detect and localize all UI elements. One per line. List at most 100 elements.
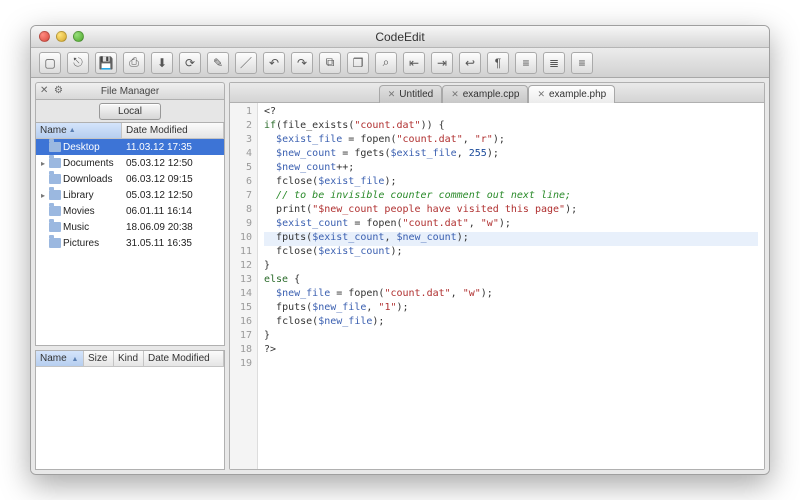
titlebar: CodeEdit (31, 26, 769, 48)
indent-button[interactable]: ⇥ (431, 52, 453, 74)
file-date: 11.03.12 17:35 (122, 142, 224, 153)
detail-column-kind[interactable]: Kind (114, 351, 144, 366)
code-line: $new_count++; (264, 162, 758, 176)
window-title: CodeEdit (31, 30, 769, 44)
folder-icon (49, 238, 61, 248)
align-left-button[interactable]: ≡ (515, 52, 537, 74)
sort-indicator-icon: ▲ (71, 356, 78, 363)
file-row[interactable]: Music 18.06.09 20:38 (36, 219, 224, 235)
line-number: 16 (230, 316, 257, 330)
code-line: $exist_file = fopen("count.dat", "r"); (264, 134, 758, 148)
code-area[interactable]: 12345678910111213141516171819 <?if(file_… (230, 103, 764, 469)
file-row[interactable]: ▸ Library 05.03.12 12:50 (36, 187, 224, 203)
file-row[interactable]: Desktop11.03.12 17:35 (36, 139, 224, 155)
line-number: 11 (230, 246, 257, 260)
panel-settings-icon[interactable]: ⚙ (54, 85, 63, 96)
line-number: 19 (230, 358, 257, 372)
tab-close-icon[interactable]: ✕ (451, 89, 459, 100)
folder-icon (49, 142, 61, 152)
code-line: else { (264, 274, 758, 288)
file-date: 06.01.11 16:14 (122, 206, 224, 217)
copy-button[interactable]: ⧉ (319, 52, 341, 74)
folder-icon (49, 206, 61, 216)
file-name: Music (63, 222, 89, 233)
save-as-button[interactable]: ⬇ (151, 52, 173, 74)
file-list: Name ▲ Date Modified Desktop11.03.12 17:… (35, 122, 225, 346)
outdent-button[interactable]: ⇤ (403, 52, 425, 74)
code-line: print("$new_count people have visited th… (264, 204, 758, 218)
column-name[interactable]: Name ▲ (36, 123, 122, 138)
file-date: 31.05.11 16:35 (122, 238, 224, 249)
align-right-button[interactable]: ≡ (571, 52, 593, 74)
code-line: <? (264, 106, 758, 120)
code-line: $exist_count = fopen("count.dat", "w"); (264, 218, 758, 232)
file-manager-sidebar: ✕ ⚙ File Manager Local Name ▲ Date Modif… (35, 82, 225, 470)
line-number: 18 (230, 344, 257, 358)
detail-column-size[interactable]: Size (84, 351, 114, 366)
editor-tab[interactable]: ✕Untitled (379, 85, 442, 103)
code-line: $new_count = fgets($exist_file, 255); (264, 148, 758, 162)
detail-column-date[interactable]: Date Modified (144, 351, 224, 366)
code-line: fputs($new_file, "1"); (264, 302, 758, 316)
file-name: Library (63, 190, 94, 201)
tab-label: Untitled (399, 89, 433, 100)
column-date-modified[interactable]: Date Modified (122, 123, 224, 138)
duplicate-button[interactable]: ❐ (347, 52, 369, 74)
line-number: 8 (230, 204, 257, 218)
file-name: Pictures (63, 238, 99, 249)
sort-indicator-icon: ▲ (69, 127, 76, 134)
align-center-button[interactable]: ≣ (543, 52, 565, 74)
file-row[interactable]: ▸Documents05.03.12 12:50 (36, 155, 224, 171)
line-number: 13 (230, 274, 257, 288)
save-file-button[interactable]: 💾 (95, 52, 117, 74)
folder-icon (49, 222, 61, 232)
line-number: 2 (230, 120, 257, 134)
wrap-button[interactable]: ↩ (459, 52, 481, 74)
line-number: 9 (230, 218, 257, 232)
line-number: 1 (230, 106, 257, 120)
edit-button[interactable]: ✎ (207, 52, 229, 74)
file-detail-pane: Name ▲ Size Kind Date Modified (35, 350, 225, 470)
line-number-gutter: 12345678910111213141516171819 (230, 103, 258, 469)
pilcrow-button[interactable]: ¶ (487, 52, 509, 74)
reload-button[interactable]: ⟳ (179, 52, 201, 74)
line-number: 3 (230, 134, 257, 148)
highlight-button[interactable]: ／ (235, 52, 257, 74)
file-name: Documents (63, 158, 114, 169)
editor-tab[interactable]: ✕example.php (528, 85, 615, 103)
file-detail-header: Name ▲ Size Kind Date Modified (36, 351, 224, 367)
tab-close-icon[interactable]: ✕ (388, 89, 396, 100)
tab-label: example.cpp (463, 89, 520, 100)
file-date: 18.06.09 20:38 (122, 222, 224, 233)
new-file-button[interactable]: ▢ (39, 52, 61, 74)
find-button[interactable]: ⌕ (375, 52, 397, 74)
file-date: 06.03.12 09:15 (122, 174, 224, 185)
file-row[interactable]: Downloads06.03.12 09:15 (36, 171, 224, 187)
open-file-button[interactable]: ⎋ (67, 52, 89, 74)
file-date: 05.03.12 12:50 (122, 190, 224, 201)
folder-icon (49, 158, 61, 168)
save-all-button[interactable]: ⎙ (123, 52, 145, 74)
editor-tabs-bar: ✕Untitled✕example.cpp✕example.php (230, 83, 764, 103)
file-manager-header: ✕ ⚙ File Manager (35, 82, 225, 100)
redo-button[interactable]: ↷ (291, 52, 313, 74)
file-row[interactable]: Movies06.01.11 16:14 (36, 203, 224, 219)
file-row[interactable]: Pictures 31.05.11 16:35 (36, 235, 224, 251)
code-line: } (264, 330, 758, 344)
code-line (264, 358, 758, 372)
disclosure-triangle-icon[interactable]: ▸ (39, 191, 47, 200)
undo-button[interactable]: ↶ (263, 52, 285, 74)
panel-close-icon[interactable]: ✕ (40, 85, 48, 96)
detail-column-name[interactable]: Name ▲ (36, 351, 84, 366)
line-number: 10 (230, 232, 257, 246)
editor-tab[interactable]: ✕ example.cpp (442, 85, 528, 103)
content-area: ✕ ⚙ File Manager Local Name ▲ Date Modif… (31, 78, 769, 474)
tab-close-icon[interactable]: ✕ (537, 89, 545, 100)
code-line: fputs($exist_count, $new_count); (264, 232, 758, 246)
code-line: fclose($exist_file); (264, 176, 758, 190)
line-number: 17 (230, 330, 257, 344)
disclosure-triangle-icon[interactable]: ▸ (39, 159, 47, 168)
code-text[interactable]: <?if(file_exists("count.dat")) { $exist_… (258, 103, 764, 469)
code-line: $new_file = fopen("count.dat", "w"); (264, 288, 758, 302)
location-local-button[interactable]: Local (99, 103, 161, 120)
